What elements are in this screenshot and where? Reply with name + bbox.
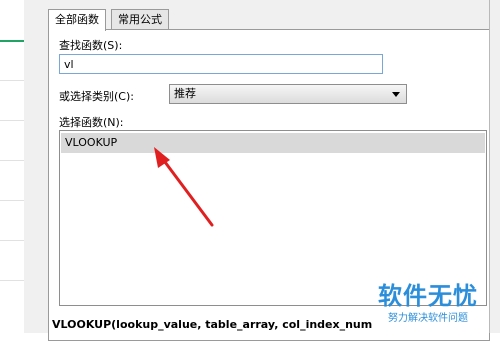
watermark-subtitle: 努力解决软件问题 <box>388 313 468 324</box>
watermark-title: 软件无忧 <box>378 282 478 310</box>
tab-all-functions[interactable]: 全部函数 <box>48 9 106 31</box>
watermark-logo: 软件无忧 努力解决软件问题 <box>378 276 478 324</box>
